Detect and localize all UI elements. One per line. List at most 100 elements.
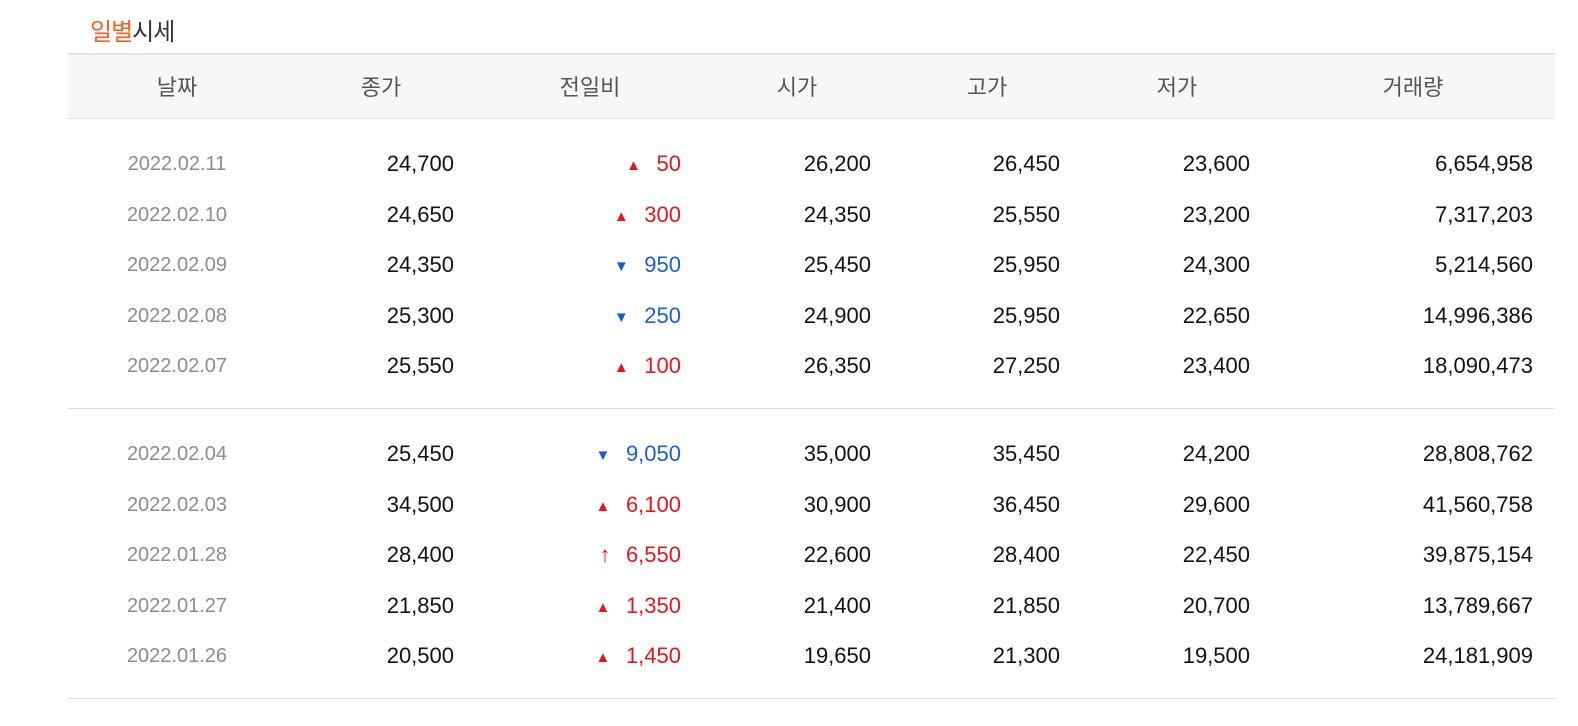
- section-title-accent: 일별: [90, 18, 133, 46]
- date-cell: 2022.01.26: [126, 645, 228, 667]
- up-triangle-icon: ▲: [595, 598, 611, 616]
- table-row: 2022.02.07 25,550 ▲ 100 26,350 27,250 23,400 18…: [0, 341, 1578, 391]
- open-price-cell: 25,450: [803, 252, 871, 277]
- close-price-cell: 24,650: [386, 201, 454, 227]
- table-row: 2022.02.04 25,450 ▼ 9,050 35,000 35,450 24,200…: [0, 429, 1578, 479]
- open-price-cell: 22,600: [803, 542, 871, 567]
- volume-cell: 41,560,758: [1422, 491, 1533, 517]
- date-cell: 2022.01.27: [126, 594, 228, 617]
- open-price-cell: 24,350: [803, 201, 871, 227]
- date-cell: 2022.02.08: [126, 304, 228, 327]
- low-price-cell: 24,200: [1182, 441, 1250, 466]
- table-header: 날짜 종가 전일비 시가 고가 저가 거래량: [68, 53, 1555, 119]
- low-price-cell: 23,600: [1182, 151, 1250, 176]
- table-bottom-border: [68, 698, 1555, 699]
- up-triangle-icon: ▲: [613, 207, 629, 225]
- low-price-cell: 22,650: [1182, 302, 1250, 328]
- table-row: 2022.02.08 25,300 ▼ 250 24,900 25,950 22,650 14…: [0, 291, 1578, 341]
- up-triangle-icon: ▲: [595, 649, 611, 666]
- group-divider: [68, 408, 1555, 409]
- close-price-cell: 24,700: [386, 151, 454, 176]
- volume-cell: 5,214,560: [1435, 252, 1533, 277]
- table-row: 2022.02.03 34,500 ▲ 6,100 30,900 36,450 29,600…: [0, 480, 1578, 530]
- close-price-cell: 25,550: [386, 353, 454, 378]
- column-header-high: 고가: [966, 76, 1008, 101]
- column-header-change: 전일비: [559, 76, 621, 101]
- low-price-cell: 22,450: [1182, 542, 1250, 567]
- table-row: 2022.02.11 24,700 ▲ 50 26,200 26,450 23,600 6,6…: [0, 139, 1578, 189]
- high-price-cell: 21,300: [992, 643, 1060, 668]
- low-price-cell: 23,400: [1182, 353, 1250, 378]
- volume-cell: 18,090,473: [1422, 353, 1533, 378]
- open-price-cell: 30,900: [803, 491, 871, 517]
- down-triangle-icon: ▼: [595, 447, 611, 464]
- high-price-cell: 21,850: [992, 592, 1060, 618]
- low-price-cell: 20,700: [1182, 592, 1250, 618]
- column-header-volume: 거래량: [1382, 76, 1444, 101]
- table-row: 2022.01.26 20,500 ▲ 1,450 19,650 21,300 19,500…: [0, 631, 1578, 681]
- table-row: 2022.02.10 24,650 ▲ 300 24,350 25,550 23,200 7,…: [0, 190, 1578, 240]
- down-triangle-icon: ▼: [613, 308, 629, 326]
- open-price-cell: 24,900: [803, 302, 871, 328]
- low-price-cell: 29,600: [1182, 491, 1250, 517]
- low-price-cell: 19,500: [1182, 643, 1250, 668]
- date-cell: 2022.02.07: [126, 355, 228, 377]
- open-price-cell: 21,400: [803, 592, 871, 618]
- change-cell: ▲ 1,450: [451, 631, 682, 681]
- date-cell: 2022.02.03: [126, 493, 228, 516]
- date-cell: 2022.02.10: [126, 203, 228, 226]
- table-row: 2022.01.28 28,400 ↑ 6,550 22,600 28,400 22,450…: [0, 530, 1578, 580]
- volume-cell: 28,808,762: [1422, 441, 1533, 466]
- open-price-cell: 19,650: [803, 643, 871, 668]
- close-price-cell: 25,300: [386, 302, 454, 328]
- column-header-date: 날짜: [156, 76, 198, 101]
- close-price-cell: 24,350: [386, 252, 454, 277]
- change-cell: ▼ 250: [451, 291, 681, 341]
- change-cell: ▼ 950: [451, 240, 681, 290]
- change-cell: ▲ 50: [451, 139, 681, 189]
- open-price-cell: 26,200: [803, 151, 871, 176]
- high-price-cell: 27,250: [992, 353, 1060, 378]
- high-price-cell: 35,450: [992, 441, 1060, 466]
- down-triangle-icon: ▼: [613, 258, 629, 275]
- date-cell: 2022.02.09: [126, 254, 228, 276]
- volume-cell: 24,181,909: [1422, 643, 1533, 668]
- column-header-open: 시가: [776, 76, 818, 101]
- high-price-cell: 28,400: [992, 542, 1060, 567]
- up-triangle-icon: ▲: [626, 157, 641, 174]
- low-price-cell: 24,300: [1182, 252, 1250, 277]
- volume-cell: 6,654,958: [1435, 151, 1533, 176]
- high-price-cell: 26,450: [992, 151, 1060, 176]
- close-price-cell: 34,500: [386, 491, 454, 517]
- close-price-cell: 21,850: [386, 592, 454, 618]
- section-title: 일별시세: [90, 12, 175, 47]
- open-price-cell: 35,000: [803, 441, 871, 466]
- volume-cell: 7,317,203: [1435, 201, 1533, 227]
- date-cell: 2022.02.11: [127, 153, 227, 175]
- change-cell: ▼ 9,050: [451, 429, 682, 479]
- open-price-cell: 26,350: [803, 353, 871, 378]
- close-price-cell: 25,450: [386, 441, 454, 466]
- change-cell: ↑ 6,550: [451, 530, 681, 580]
- volume-cell: 13,789,667: [1422, 592, 1533, 618]
- column-header-low: 저가: [1156, 76, 1198, 101]
- close-price-cell: 20,500: [386, 643, 454, 668]
- volume-cell: 14,996,386: [1422, 302, 1533, 328]
- date-cell: 2022.02.04: [126, 443, 228, 465]
- high-price-cell: 25,950: [992, 252, 1060, 277]
- close-price-cell: 28,400: [386, 542, 454, 567]
- table-row: 2022.01.27 21,850 ▲ 1,350 21,400 21,850 20,700…: [0, 581, 1578, 631]
- change-cell: ▲ 6,100: [451, 480, 682, 530]
- high-price-cell: 36,450: [992, 491, 1060, 517]
- table-row: 2022.02.09 24,350 ▼ 950 25,450 25,950 24,300 5,…: [0, 240, 1578, 290]
- section-title-rest: 시세: [132, 18, 175, 46]
- low-price-cell: 23,200: [1182, 201, 1250, 227]
- column-header-close: 종가: [360, 76, 402, 101]
- upper-limit-arrow-icon: ↑: [599, 542, 611, 567]
- change-cell: ▲ 1,350: [451, 581, 682, 631]
- up-triangle-icon: ▲: [613, 359, 629, 376]
- volume-cell: 39,875,154: [1422, 542, 1533, 567]
- up-triangle-icon: ▲: [595, 497, 611, 515]
- change-cell: ▲ 300: [451, 190, 681, 240]
- high-price-cell: 25,550: [992, 201, 1060, 227]
